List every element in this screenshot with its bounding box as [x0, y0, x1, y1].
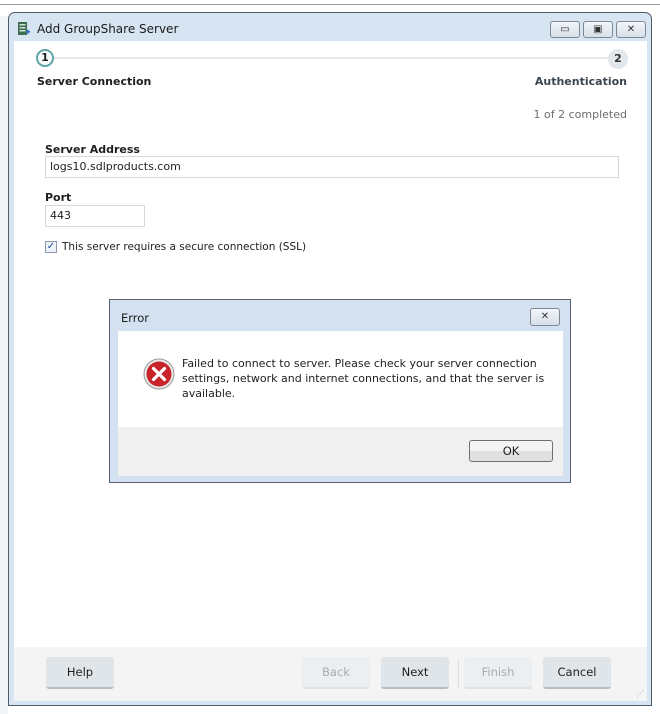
step-2-label: Authentication [534, 75, 627, 88]
finish-button[interactable]: Finish [464, 657, 532, 689]
ssl-checkbox[interactable]: ✓ [45, 241, 57, 253]
port-input[interactable]: 443 [45, 205, 145, 227]
background-app-right [652, 16, 660, 714]
step-2-indicator: 2 [608, 49, 628, 69]
maximize-button[interactable]: ▣ [583, 21, 613, 38]
error-x-icon [143, 358, 175, 390]
server-address-input[interactable]: logs10.sdlproducts.com [45, 156, 619, 178]
back-button[interactable]: Back [302, 657, 370, 689]
background-app-left [0, 16, 8, 714]
error-message: Failed to connect to server. Please chec… [182, 357, 545, 400]
error-dialog: Error ✕ Failed to connect to server. Ple… [109, 299, 571, 483]
close-button[interactable]: ✕ [616, 21, 646, 38]
server-add-icon [18, 22, 30, 35]
error-close-button[interactable]: ✕ [530, 308, 560, 326]
progress-text: 1 of 2 completed [533, 108, 627, 121]
error-dialog-title: Error [121, 311, 150, 325]
server-address-label: Server Address [45, 143, 140, 156]
close-icon: ✕ [540, 311, 550, 322]
ok-button[interactable]: OK [469, 440, 553, 462]
title-bar[interactable]: Add GroupShare Server ▭ ▣ ✕ [9, 13, 651, 41]
button-separator [458, 659, 459, 689]
background-app-strip [0, 0, 660, 5]
ssl-checkbox-label[interactable]: This server requires a secure connection… [62, 241, 306, 253]
cancel-button[interactable]: Cancel [543, 657, 611, 689]
step-1-indicator: 1 [36, 49, 54, 67]
port-label: Port [45, 191, 72, 204]
step-1-label: Server Connection [37, 75, 152, 88]
error-dialog-footer: OK [118, 427, 563, 476]
minimize-icon: ▭ [560, 24, 570, 35]
maximize-icon: ▣ [593, 24, 603, 35]
error-dialog-body: Failed to connect to server. Please chec… [118, 331, 563, 427]
resize-grip-icon[interactable]: ⋰ [636, 689, 644, 698]
close-icon: ✕ [626, 24, 636, 35]
help-button[interactable]: Help [46, 657, 114, 689]
next-button[interactable]: Next [381, 657, 449, 689]
wizard-progress-line [54, 57, 619, 59]
minimize-button[interactable]: ▭ [550, 21, 580, 38]
wizard-footer: Help Back Next Finish Cancel ⋰ [14, 647, 647, 701]
window-title: Add GroupShare Server [37, 22, 179, 36]
